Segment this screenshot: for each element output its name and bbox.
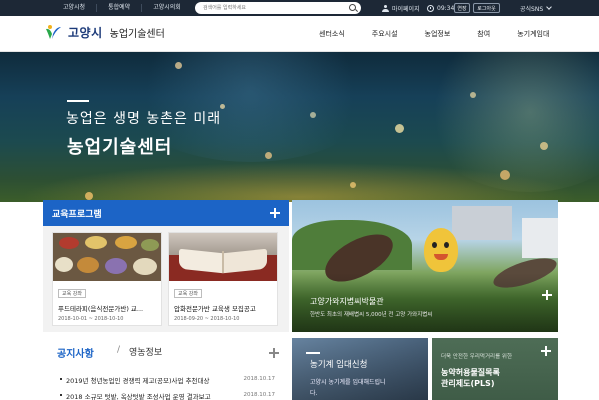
session-time: 09:34 <box>437 4 455 12</box>
rental-description: 고양시 농기계를 임대해드립니다. <box>310 379 386 397</box>
pls-banner[interactable]: 더욱 안전한 우리먹거리를 위한 농약허용물질목록 관리제도(PLS) <box>432 338 558 400</box>
user-icon <box>382 4 389 12</box>
sns-dropdown[interactable]: 공식SNS <box>520 0 552 16</box>
pls-description: 더욱 안전한 우리먹거리를 위한 <box>441 354 513 360</box>
bokeh-dot <box>175 62 182 69</box>
education-panel-title: 교육프로그램 <box>52 210 102 220</box>
notice-title: 2019년 청년농업인 경쟁력 제고(공모)사업 추천대상 <box>66 377 210 385</box>
category-tag: 교육 강좌 <box>58 289 86 298</box>
family-links: 고양시청 통합예약 고양시의회 <box>52 0 192 16</box>
notice-panel: 공지사항 / 영농정보 2019년 청년농업인 경쟁력 제고(공모)사업 추천대… <box>43 338 289 400</box>
education-panel-header: 교육프로그램 <box>43 200 289 226</box>
plus-icon[interactable] <box>269 348 279 358</box>
museum-title: 고양가와지볍씨박물관 <box>310 297 384 306</box>
book-thumbnail <box>169 233 277 281</box>
link-city-hall[interactable]: 고양시청 <box>52 4 98 12</box>
machinery-rental-banner[interactable]: 농기계 임대신청 고양시 농기계를 임대해드립니다. <box>292 338 428 400</box>
search-icon[interactable] <box>349 4 356 11</box>
site-logo[interactable]: 고양시 농업기술센터 <box>44 24 165 41</box>
city-emblem-icon <box>46 25 61 39</box>
category-tag: 교육 강좌 <box>174 289 202 298</box>
card-dates: 2018-09-20 ~ 2018-10-10 <box>174 316 240 322</box>
nav-participation[interactable]: 참여 <box>477 29 490 39</box>
pls-title-line: 농약허용물질목록 <box>441 368 500 377</box>
nav-farming-info[interactable]: 농업정보 <box>425 29 451 39</box>
nav-facilities[interactable]: 주요시설 <box>372 29 398 39</box>
rental-title: 농기계 임대신청 <box>310 360 368 370</box>
plus-icon[interactable] <box>270 208 280 218</box>
bokeh-dot <box>350 182 356 188</box>
nav-center-news[interactable]: 센터소식 <box>319 29 345 39</box>
education-panel: 교육프로그램 교육 강좌 푸드테라피(음식전문가반) 교... 2018-10-… <box>43 200 289 332</box>
nav-machinery-rental[interactable]: 농기계임대 <box>517 29 549 39</box>
card-title: 푸드테라피(음식전문가반) 교... <box>58 305 144 313</box>
search-box <box>195 2 361 14</box>
mypage-link[interactable]: 마이페이지 <box>382 0 420 16</box>
bullet <box>60 394 62 396</box>
site-header: 고양시 농업기술센터 센터소식 주요시설 농업정보 참여 농기계임대 <box>0 16 599 52</box>
clock-icon <box>427 4 434 12</box>
tab-notices[interactable]: 공지사항 <box>57 345 94 360</box>
bokeh-dot <box>500 170 510 180</box>
hero-title: 농업기술센터 <box>67 137 173 158</box>
bokeh-dot <box>540 142 548 150</box>
card-dates: 2018-10-01 ~ 2018-10-10 <box>58 316 124 322</box>
sns-label: 공식SNS <box>520 5 544 13</box>
bokeh-dot <box>265 152 272 159</box>
bokeh-dot <box>395 124 404 133</box>
education-card[interactable]: 교육 강좌 압화전문가반 교육생 모집공고 2018-09-20 ~ 2018-… <box>168 232 278 326</box>
chevron-down-icon <box>546 4 552 10</box>
session-timer: 09:34 <box>427 0 454 16</box>
mypage-label: 마이페이지 <box>392 5 420 13</box>
notice-date: 2018.10.17 <box>243 376 276 382</box>
logout-button[interactable]: 로그아웃 <box>473 3 500 13</box>
search-input[interactable] <box>203 3 343 13</box>
spices-thumbnail <box>53 233 161 281</box>
education-card[interactable]: 교육 강좌 푸드테라피(음식전문가반) 교... 2018-10-01 ~ 20… <box>52 232 162 326</box>
logo-center-name: 농업기술센터 <box>109 29 165 40</box>
plus-icon[interactable] <box>541 346 551 356</box>
tab-farming-info[interactable]: 영농정보 <box>129 345 162 358</box>
bokeh-dot <box>310 112 316 118</box>
museum-banner[interactable]: 고양가와지볍씨박물관 한반도 최초의 재배볍씨 5,000년 전 고양 가와지볍… <box>292 200 558 332</box>
main-navigation: 센터소식 주요시설 농업정보 참여 농기계임대 <box>319 16 549 52</box>
accent-line <box>306 352 320 354</box>
bokeh-dot <box>85 192 93 200</box>
notice-date: 2018.10.17 <box>243 392 276 398</box>
hero-accent-line <box>67 100 89 102</box>
top-utility-bar: 고양시청 통합예약 고양시의회 마이페이지 09:34 연장 로그아웃 공식SN… <box>0 0 599 16</box>
link-reservation[interactable]: 통합예약 <box>97 4 143 12</box>
extend-button[interactable]: 연장 <box>454 3 470 13</box>
pls-title: 농약허용물질목록 관리제도(PLS) <box>441 367 500 389</box>
tab-separator: / <box>117 345 121 355</box>
pls-title-line: 관리제도(PLS) <box>441 379 495 388</box>
hero-slogan: 농업은 생명 농촌은 미래 <box>66 111 222 127</box>
bullet <box>60 378 62 380</box>
bokeh-dot <box>470 92 476 98</box>
link-city-council[interactable]: 고양시의회 <box>142 4 192 12</box>
card-title: 압화전문가반 교육생 모집공고 <box>174 305 256 313</box>
plus-icon[interactable] <box>542 290 552 300</box>
notice-title: 2018 소규모 텃밭, 옥상텃밭 조성사업 운영 결과보고 <box>66 393 211 400</box>
museum-description: 한반도 최초의 재배볍씨 5,000년 전 고양 가와지볍씨 <box>310 312 433 318</box>
logo-city-name: 고양시 <box>68 26 103 40</box>
